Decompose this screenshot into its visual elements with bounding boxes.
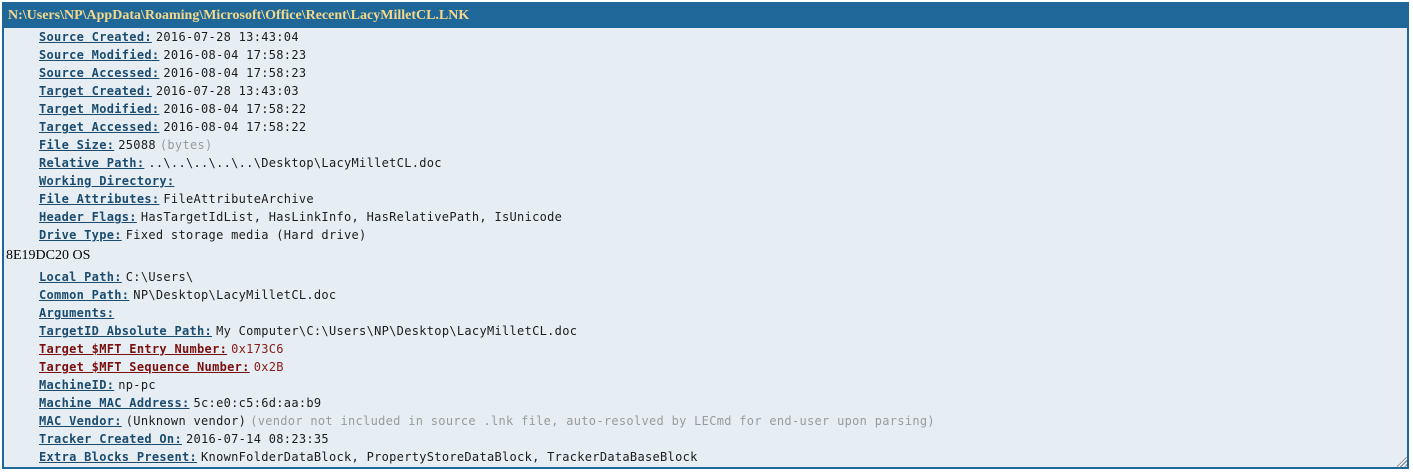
field-value: My Computer\C:\Users\NP\Desktop\LacyMill… [216, 324, 578, 338]
field-label: Target Modified: [39, 102, 160, 116]
field-note: (vendor not included in source .lnk file… [250, 414, 935, 428]
field-label: Tracker Created On: [39, 432, 182, 446]
field-row-machine-id: MachineID: np-pc [4, 376, 1407, 394]
field-label: Common Path: [39, 288, 130, 302]
field-row-arguments: Arguments: [4, 304, 1407, 322]
field-value: 2016-07-14 08:23:35 [185, 432, 329, 446]
resize-grip-icon[interactable] [1397, 457, 1407, 467]
field-row-targetid-absolute-path: TargetID Absolute Path: My Computer\C:\Us… [4, 322, 1407, 340]
field-row-local-path: Local Path: C:\Users\ [4, 268, 1407, 286]
field-label: TargetID Absolute Path: [39, 324, 213, 338]
field-label: Relative Path: [39, 156, 145, 170]
field-value: HasTargetIdList, HasLinkInfo, HasRelativ… [140, 210, 563, 224]
field-value: 2016-08-04 17:58:22 [163, 102, 307, 116]
field-list: Source Created: 2016-07-28 13:43:04 Sourc… [4, 28, 1407, 466]
field-value: C:\Users\ [125, 270, 194, 284]
field-label: Working Directory: [39, 174, 175, 188]
field-row-target-accessed: Target Accessed: 2016-08-04 17:58:22 [4, 118, 1407, 136]
field-label: MachineID: [39, 378, 115, 392]
field-unit: (bytes) [159, 138, 213, 152]
field-value: NP\Desktop\LacyMilletCL.doc [133, 288, 337, 302]
field-label: Drive Type: [39, 228, 122, 242]
field-row-relative-path: Relative Path: ..\..\..\..\..\Desktop\Lac… [4, 154, 1407, 172]
field-row-source-modified: Source Modified: 2016-08-04 17:58:23 [4, 46, 1407, 64]
field-value: FileAttributeArchive [163, 192, 314, 206]
field-label: Source Accessed: [39, 66, 160, 80]
field-row-source-created: Source Created: 2016-07-28 13:43:04 [4, 28, 1407, 46]
field-row-source-accessed: Source Accessed: 2016-08-04 17:58:23 [4, 64, 1407, 82]
field-value: np-pc [118, 378, 156, 392]
panel-title: N:\Users\NP\AppData\Roaming\Microsoft\Of… [4, 4, 1407, 28]
field-row-extra-blocks: Extra Blocks Present: KnownFolderDataBloc… [4, 448, 1407, 466]
volume-line: 8E19DC20 OS [6, 248, 91, 263]
field-label: Extra Blocks Present: [39, 450, 198, 464]
field-label: Header Flags: [39, 210, 137, 224]
field-value: 2016-08-04 17:58:22 [163, 120, 307, 134]
field-label: Target $MFT Sequence Number: [39, 360, 250, 374]
field-row-file-size: File Size: 25088 (bytes) [4, 136, 1407, 154]
field-label: Source Modified: [39, 48, 160, 62]
field-value: ..\..\..\..\..\Desktop\LacyMilletCL.doc [148, 156, 442, 170]
field-row-mac-address: Machine MAC Address: 5c:e0:c5:6d:aa:b9 [4, 394, 1407, 412]
field-label: Machine MAC Address: [39, 396, 190, 410]
field-row-target-created: Target Created: 2016-07-28 13:43:03 [4, 82, 1407, 100]
field-row-working-directory: Working Directory: [4, 172, 1407, 190]
field-label: Source Created: [39, 30, 152, 44]
field-value: 2016-07-28 13:43:03 [155, 84, 299, 98]
field-row-mft-sequence-number: Target $MFT Sequence Number: 0x2B [4, 358, 1407, 376]
field-value: KnownFolderDataBlock, PropertyStoreDataB… [201, 450, 698, 464]
field-label: File Attributes: [39, 192, 160, 206]
field-row-tracker-created-on: Tracker Created On: 2016-07-14 08:23:35 [4, 430, 1407, 448]
field-label: Target $MFT Entry Number: [39, 342, 228, 356]
field-value: 2016-07-28 13:43:04 [155, 30, 299, 44]
field-value: 0x173C6 [231, 342, 284, 356]
field-label: Local Path: [39, 270, 122, 284]
field-label: MAC Vendor: [39, 414, 122, 428]
field-row-mft-entry-number: Target $MFT Entry Number: 0x173C6 [4, 340, 1407, 358]
field-value: 0x2B [253, 360, 284, 374]
field-value: 2016-08-04 17:58:23 [163, 48, 307, 62]
field-label: Arguments: [39, 306, 115, 320]
field-value: 2016-08-04 17:58:23 [163, 66, 307, 80]
field-row-target-modified: Target Modified: 2016-08-04 17:58:22 [4, 100, 1407, 118]
field-label: Target Accessed: [39, 120, 160, 134]
field-row-common-path: Common Path: NP\Desktop\LacyMilletCL.doc [4, 286, 1407, 304]
field-row-mac-vendor: MAC Vendor: (Unknown vendor) (vendor not i… [4, 412, 1407, 430]
field-row-drive-type: Drive Type: Fixed storage media (Hard dri… [4, 226, 1407, 244]
field-row-file-attributes: File Attributes: FileAttributeArchive [4, 190, 1407, 208]
field-row-header-flags: Header Flags: HasTargetIdList, HasLinkInf… [4, 208, 1407, 226]
field-value: 25088 [118, 138, 156, 152]
field-label: Target Created: [39, 84, 152, 98]
field-value: (Unknown vendor) [125, 414, 247, 428]
field-label: File Size: [39, 138, 115, 152]
field-value: 5c:e0:c5:6d:aa:b9 [193, 396, 322, 410]
lnk-report-panel: N:\Users\NP\AppData\Roaming\Microsoft\Of… [2, 2, 1409, 469]
field-value: Fixed storage media (Hard drive) [125, 228, 367, 242]
